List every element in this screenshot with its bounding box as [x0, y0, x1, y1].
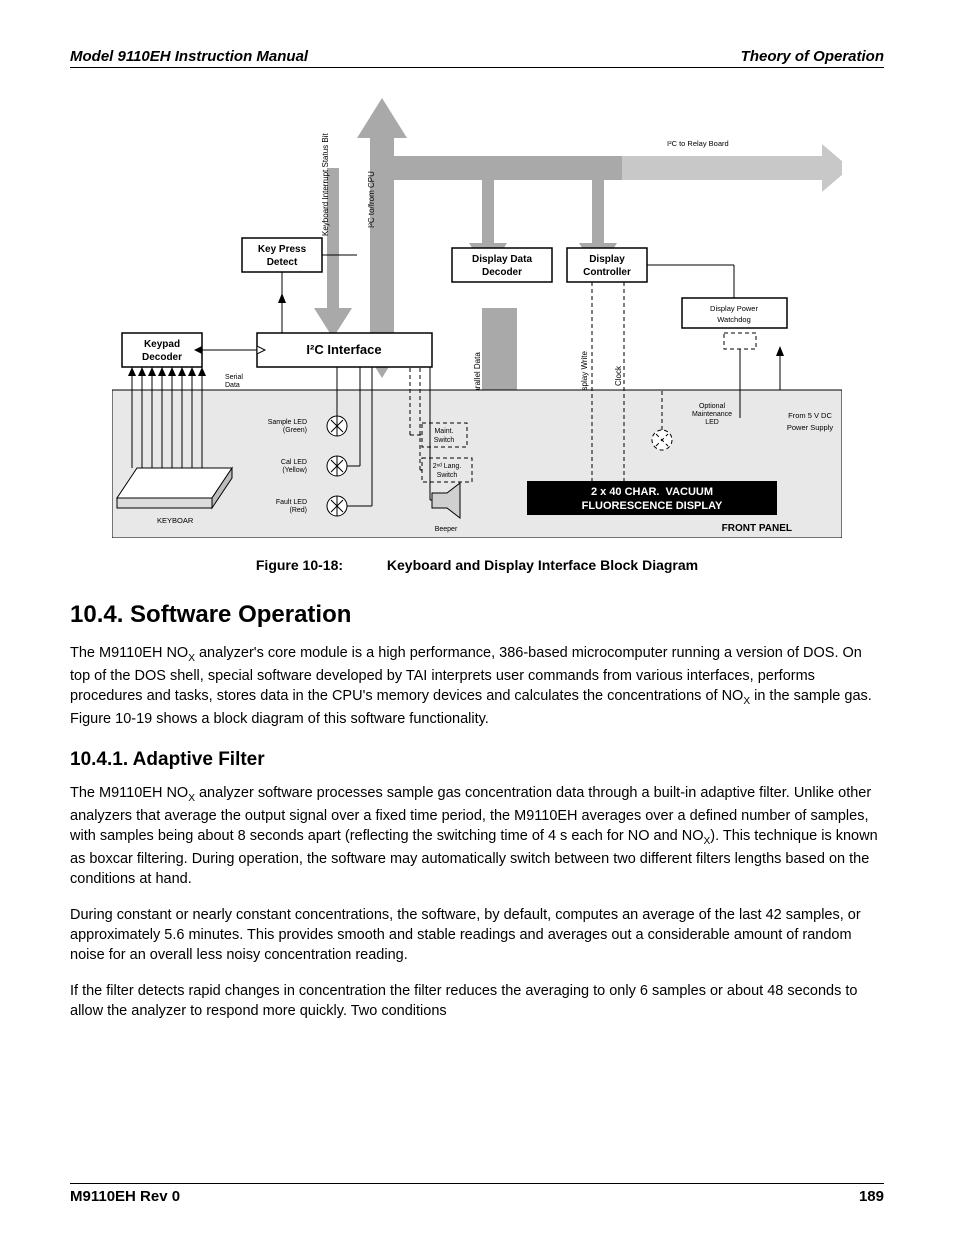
- svg-text:Decoder: Decoder: [482, 267, 522, 278]
- svg-text:Display Data: Display Data: [472, 254, 532, 265]
- svg-text:Detect: Detect: [267, 257, 298, 268]
- footer-page-number: 189: [859, 1188, 884, 1205]
- svg-text:Display: Display: [589, 254, 625, 265]
- svg-text:Display Power: Display Power: [710, 304, 758, 313]
- svg-text:Key Press: Key Press: [258, 244, 307, 255]
- svg-text:Switch: Switch: [434, 437, 455, 444]
- svg-text:Keypad: Keypad: [144, 339, 180, 350]
- figure-label: Figure 10-18:: [256, 557, 343, 573]
- svg-text:2ⁿᵈ Lang.: 2ⁿᵈ Lang.: [433, 463, 462, 470]
- svg-text:FLUORESCENCE DISPLAY: FLUORESCENCE DISPLAY: [582, 500, 723, 512]
- box-display-data-decoder: Display Data Decoder: [452, 248, 552, 282]
- svg-text:Serial: Serial: [225, 374, 243, 381]
- box-display-power-watchdog: Display Power Watchdog: [682, 298, 787, 328]
- heading-adaptive-filter: 10.4.1. Adaptive Filter: [70, 749, 884, 771]
- svg-text:From 5 V DC: From 5 V DC: [788, 411, 832, 420]
- svg-text:LED: LED: [705, 419, 719, 426]
- svg-text:Controller: Controller: [583, 267, 631, 278]
- figure-title: Keyboard and Display Interface Block Dia…: [387, 557, 698, 573]
- svg-text:Maintenance: Maintenance: [692, 411, 732, 418]
- box-i2c-interface: I²C Interface: [257, 333, 432, 367]
- svg-text:Power Supply: Power Supply: [787, 423, 834, 432]
- box-display-controller: Display Controller: [567, 248, 647, 282]
- label-clock: Clock: [614, 365, 623, 386]
- svg-text:2 x 40 CHAR. VACUUM: 2 x 40 CHAR. VACUUM: [591, 486, 713, 498]
- svg-text:Cal LED: Cal LED: [281, 459, 307, 466]
- page-header: Model 9110EH Instruction Manual Theory o…: [70, 48, 884, 68]
- page: Model 9110EH Instruction Manual Theory o…: [0, 0, 954, 1235]
- header-left: Model 9110EH Instruction Manual: [70, 48, 308, 65]
- paragraph-4: If the filter detects rapid changes in c…: [70, 981, 884, 1021]
- svg-text:Switch: Switch: [437, 472, 458, 479]
- figure-diagram: I²C to Relay Board Keyboard Interrupt St…: [112, 88, 842, 543]
- svg-text:(Yellow): (Yellow): [282, 467, 307, 474]
- paragraph-2: The M9110EH NOX analyzer software proces…: [70, 783, 884, 889]
- paragraph-1: The M9110EH NOX analyzer's core module i…: [70, 643, 884, 729]
- block-diagram-svg: I²C to Relay Board Keyboard Interrupt St…: [112, 88, 842, 538]
- svg-text:Maint.: Maint.: [434, 428, 453, 435]
- label-keyboar: KEYBOAR: [157, 516, 194, 525]
- label-i2c-relay: I²C to Relay Board: [667, 139, 729, 148]
- svg-text:Decoder: Decoder: [142, 352, 182, 363]
- svg-text:Data: Data: [225, 382, 240, 389]
- box-key-press-detect: Key Press Detect: [242, 238, 322, 272]
- svg-text:(Green): (Green): [283, 427, 307, 434]
- svg-text:Watchdog: Watchdog: [717, 315, 751, 324]
- paragraph-3: During constant or nearly constant conce…: [70, 905, 884, 965]
- heading-software-operation: 10.4. Software Operation: [70, 601, 884, 629]
- svg-text:(Red): (Red): [289, 507, 307, 514]
- box-keypad-decoder: Keypad Decoder: [122, 333, 202, 367]
- label-i2c-cpu: I²C to/from CPU: [367, 171, 376, 228]
- svg-text:Sample LED: Sample LED: [268, 419, 307, 426]
- label-front-panel: FRONT PANEL: [722, 523, 792, 534]
- label-keyboard-interrupt: Keyboard Interrupt Status Bit: [321, 133, 330, 237]
- svg-text:Beeper: Beeper: [435, 526, 458, 533]
- page-footer: M9110EH Rev 0 189: [70, 1183, 884, 1205]
- header-right: Theory of Operation: [741, 48, 884, 65]
- svg-text:Fault LED: Fault LED: [276, 499, 307, 506]
- svg-text:I²C Interface: I²C Interface: [306, 342, 381, 357]
- figure-caption: Figure 10-18: Keyboard and Display Inter…: [70, 557, 884, 573]
- svg-text:Optional: Optional: [699, 403, 726, 410]
- footer-left: M9110EH Rev 0: [70, 1188, 180, 1205]
